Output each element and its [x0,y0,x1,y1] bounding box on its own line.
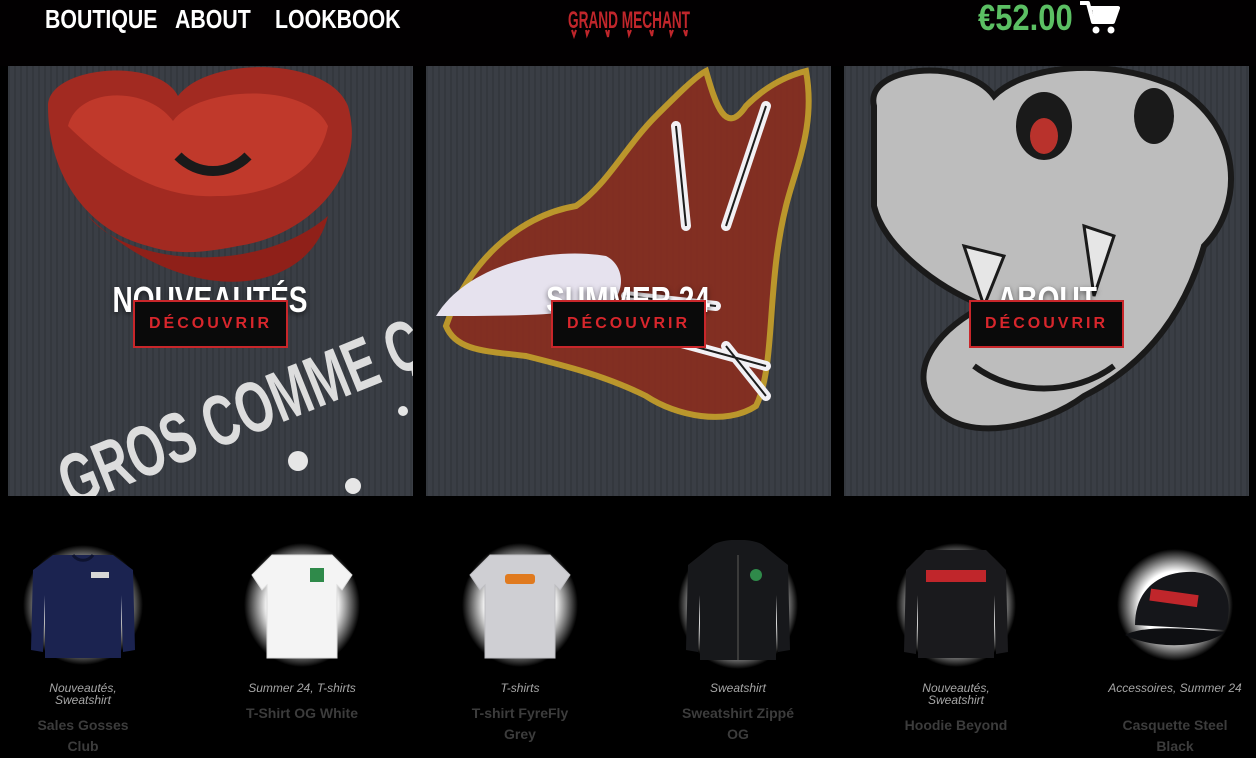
product-title[interactable]: T-Shirt OG White [202,703,402,724]
category-link[interactable]: Sweatshirt [55,693,111,707]
product-title[interactable]: Hoodie Beyond [856,715,1056,736]
nav-boutique[interactable]: BOUTIQUE [45,2,158,36]
product-categories: Nouveautés, Sweatshirt [49,681,117,707]
product-categories: Nouveautés, Sweatshirt [922,681,990,707]
category-tile-about[interactable]: ABOUT DÉCOUVRIR [844,66,1249,496]
product-title[interactable]: Black [1075,736,1256,757]
product-image-sweatshirt-navy[interactable] [0,540,183,670]
category-tile-nouveautes[interactable]: GROS COMME ÇA NOUVEAUTÉS DÉCOUVRIR [8,66,413,496]
category-link[interactable]: Summer 24 [1180,681,1242,695]
product-title[interactable]: OG [638,724,838,745]
product-title[interactable]: Sales Gosses [0,715,183,736]
product-title[interactable]: Casquette Steel [1075,715,1256,736]
category-link[interactable]: Summer 24 [248,681,310,695]
nav-about[interactable]: ABOUT [175,2,251,36]
nav-lookbook[interactable]: LOOKBOOK [275,2,401,36]
cart-total[interactable]: €52.00 [978,0,1073,37]
product-categories: Summer 24, T-shirts [248,681,356,695]
discover-button[interactable]: DÉCOUVRIR [133,300,288,348]
product-image-zip-hoodie[interactable] [638,540,838,670]
product-image-hoodie-black[interactable] [856,540,1056,670]
product-categories: Accessoires, Summer 24 [1108,681,1242,695]
category-tile-summer-24[interactable]: SUMMER 24 DÉCOUVRIR [426,66,831,496]
site-header: BOUTIQUE ABOUT LOOKBOOK GRAND MECHANT €5… [0,0,1256,66]
shopping-cart-icon[interactable] [1080,0,1120,36]
product-image-tshirt-grey[interactable] [420,540,620,670]
category-link[interactable]: T-shirts [501,681,540,695]
product-image-cap-black[interactable] [1075,540,1256,670]
product-title[interactable]: Grey [420,724,620,745]
category-link[interactable]: Sweatshirt [928,693,984,707]
discover-button[interactable]: DÉCOUVRIR [969,300,1124,348]
product-title[interactable]: Sweatshirt Zippé [638,703,838,724]
product-image-tshirt-white[interactable] [202,540,402,670]
product-categories: Sweatshirt [638,682,838,694]
product-title[interactable]: Club [0,736,183,757]
category-link[interactable]: Accessoires [1108,681,1173,695]
category-link[interactable]: T-shirts [317,681,356,695]
product-title[interactable]: T-shirt FyreFly [420,703,620,724]
category-link[interactable]: Sweatshirt [710,681,766,695]
discover-button[interactable]: DÉCOUVRIR [551,300,706,348]
product-categories: T-shirts [420,682,620,694]
site-logo[interactable]: GRAND MECHANT [566,0,692,40]
